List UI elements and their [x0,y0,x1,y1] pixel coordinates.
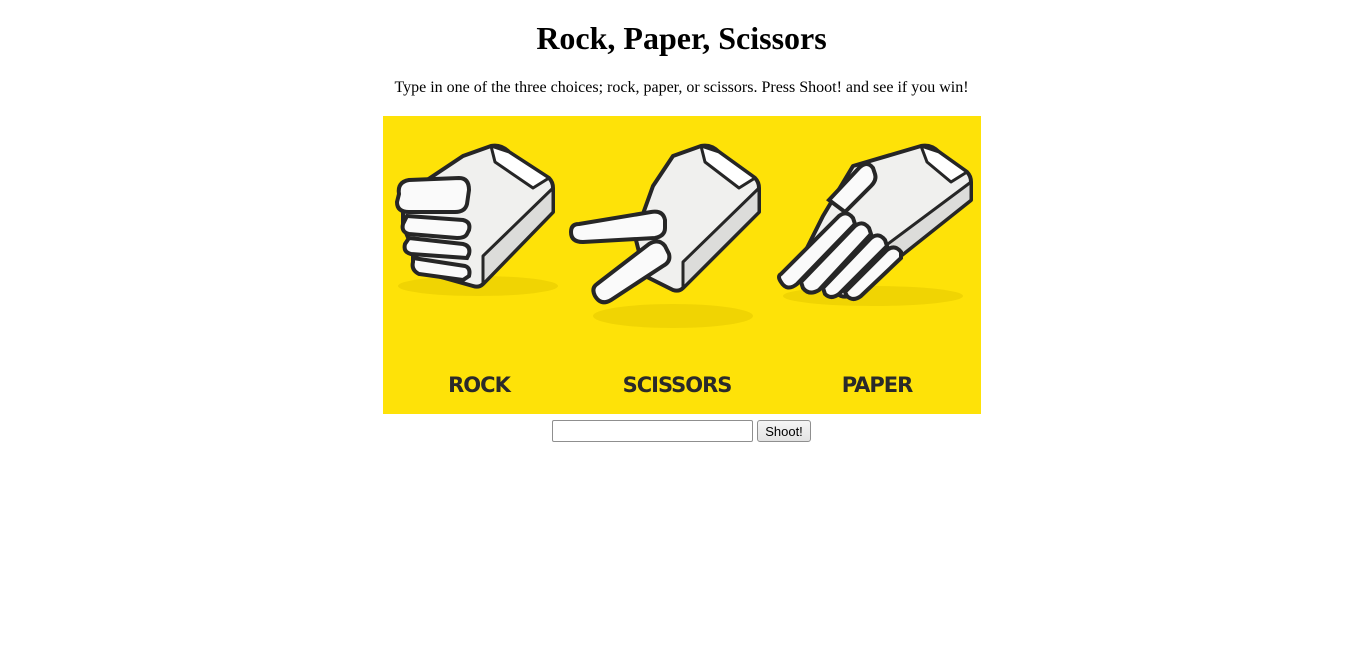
rock-paper-scissors-image: ROCK SCISSORS PAPER [382,116,981,414]
shoot-button[interactable]: Shoot! [757,420,811,442]
rock-label: ROCK [448,373,511,397]
choice-form: Shoot! [0,419,1363,443]
instructions-text: Type in one of the three choices; rock, … [394,79,969,96]
page-title: Rock, Paper, Scissors [536,20,827,56]
paper-label: PAPER [841,373,912,397]
scissors-label: SCISSORS [622,373,731,397]
choice-input[interactable] [552,420,754,442]
